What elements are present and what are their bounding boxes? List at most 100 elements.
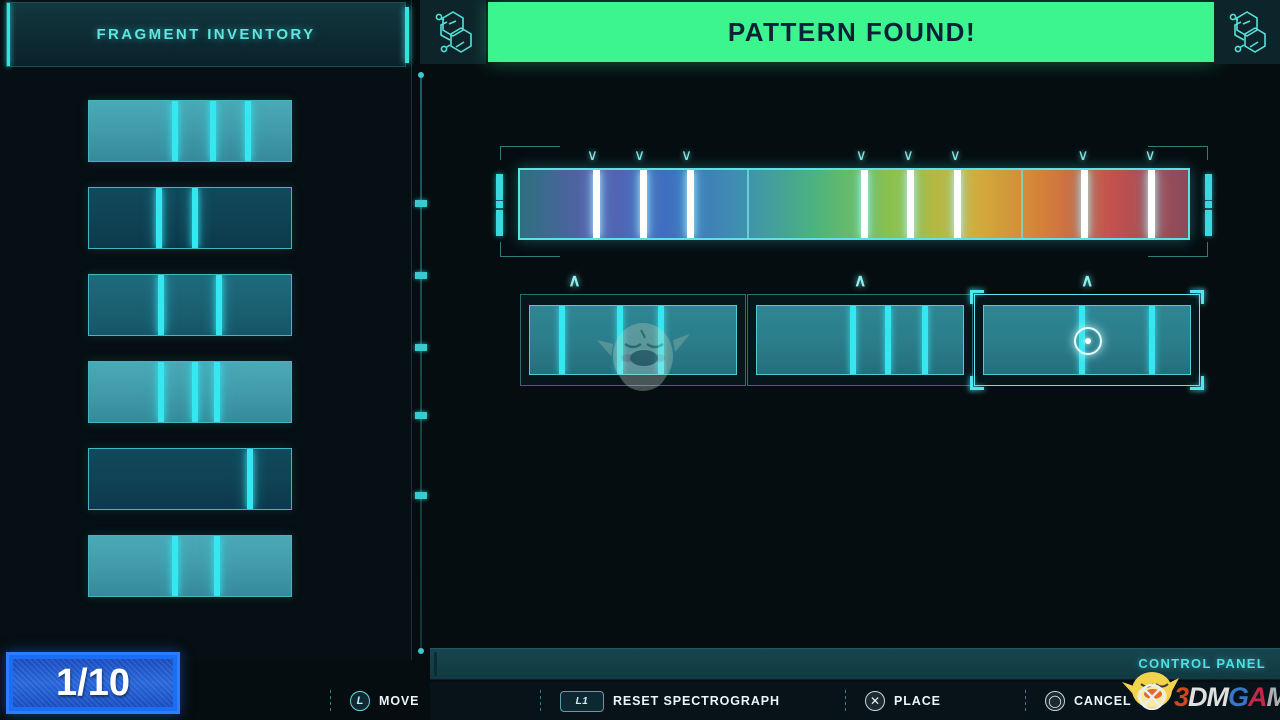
cursor-dot	[1085, 338, 1091, 344]
hint-cancel[interactable]: ◯ CANCEL	[1045, 691, 1131, 711]
control-panel-edge	[434, 652, 437, 676]
spectrum-divider	[1021, 170, 1023, 238]
hint-reset-button-icon: L1	[560, 690, 604, 712]
divider-tick	[415, 200, 427, 207]
control-panel-bar: CONTROL PANEL	[430, 648, 1280, 680]
spectrum-marker-chevron-down-icon: ∨	[949, 147, 961, 164]
fragment-spectral-line	[210, 101, 217, 161]
fragment-spectral-line	[214, 362, 221, 422]
fragment-tile[interactable]	[88, 187, 292, 249]
fragment-fill	[89, 362, 291, 422]
spectrum-marker-chevron-down-icon: ∨	[1144, 147, 1156, 164]
spectral-line	[1147, 170, 1155, 238]
hint-move-label: MOVE	[379, 694, 420, 708]
button-hint-bar: L MOVE L1 RESET SPECTROGRAPH ✕ PLACE ◯ CANCEL	[330, 682, 1280, 720]
banner-row: PATTERN FOUND!	[420, 0, 1280, 64]
spectral-line	[907, 170, 915, 238]
spectral-line	[687, 170, 694, 238]
frame-bracket-dot	[1205, 201, 1212, 208]
fragment-spectral-line	[246, 449, 253, 509]
divider-tick	[415, 412, 427, 419]
molecule-hexagon-icon	[1214, 0, 1280, 64]
fragment-list	[0, 100, 412, 622]
header-accent-bar-left	[7, 3, 10, 66]
main-spectrograph[interactable]	[518, 168, 1190, 240]
hint-reset[interactable]: L1 RESET SPECTROGRAPH	[560, 690, 780, 712]
spectrum-divider	[747, 170, 750, 238]
hint-cancel-button-icon: ◯	[1045, 691, 1065, 711]
hint-place-button-icon: ✕	[865, 691, 885, 711]
spectrum-marker-chevron-down-icon: ∨	[1077, 147, 1089, 164]
fragment-slot-row: ∧ ∧ ∧	[520, 271, 1204, 400]
frame-corner-rule	[1207, 146, 1208, 160]
fragment-spectral-line	[157, 275, 164, 335]
fragment-slot[interactable]	[747, 294, 973, 386]
frame-corner-rule	[1148, 146, 1208, 147]
fragment-fill	[89, 536, 291, 596]
slot-marker-chevron-up-icon: ∧	[1081, 271, 1094, 290]
frame-bracket-dash	[496, 174, 503, 200]
slot-fragment	[529, 305, 737, 375]
spectral-line	[593, 170, 601, 238]
frame-corner-rule	[1148, 256, 1208, 257]
divider-tick	[415, 344, 427, 351]
spectrum-marker-chevron-down-icon: ∨	[681, 147, 692, 164]
pattern-found-banner: PATTERN FOUND!	[488, 2, 1216, 62]
header-accent-bar-right	[405, 7, 409, 63]
fragment-slot[interactable]	[520, 294, 746, 386]
frame-corner-rule	[500, 256, 560, 257]
hint-separator	[1025, 690, 1026, 712]
spectral-line	[860, 170, 868, 238]
hint-separator	[540, 690, 541, 712]
fragment-tile[interactable]	[88, 535, 292, 597]
spectrum-marker-chevron-down-icon: ∨	[586, 147, 598, 164]
spectral-line	[640, 170, 648, 238]
control-panel-label: CONTROL PANEL	[1138, 656, 1266, 671]
hint-separator	[845, 690, 846, 712]
fragment-tile[interactable]	[88, 274, 292, 336]
slot-spectral-line	[616, 306, 623, 374]
slot-spectral-line	[884, 306, 891, 374]
spectral-line	[1081, 170, 1089, 238]
pattern-found-text: PATTERN FOUND!	[727, 16, 977, 47]
fragment-fill	[89, 188, 291, 248]
fragment-fill	[89, 275, 291, 335]
fragment-slot-selected[interactable]	[970, 290, 1204, 390]
fragment-spectral-line	[155, 188, 162, 248]
fragment-tile[interactable]	[88, 448, 292, 510]
placement-cursor[interactable]	[1074, 327, 1102, 355]
spectral-line	[954, 170, 962, 238]
spectrum-marker-chevron-down-icon: ∨	[855, 147, 867, 164]
workspace-divider	[415, 72, 427, 654]
divider-tick	[415, 492, 427, 499]
frame-corner-rule	[500, 146, 560, 147]
counter-value: 1/10	[56, 661, 130, 704]
inventory-title: FRAGMENT INVENTORY	[96, 26, 316, 43]
fragment-inventory-panel: FRAGMENT INVENTORY	[0, 0, 412, 660]
frame-corner-rule	[1207, 242, 1208, 256]
slot-marker-chevron-up-icon: ∧	[854, 271, 867, 290]
fragment-spectral-line	[244, 101, 251, 161]
hint-place-label: PLACE	[894, 694, 941, 708]
hint-move[interactable]: L MOVE	[350, 691, 419, 711]
divider-tick	[415, 272, 427, 279]
divider-tick	[418, 648, 424, 654]
fragment-spectral-line	[216, 275, 223, 335]
divider-tick	[418, 72, 424, 78]
fragment-spectral-line	[214, 536, 221, 596]
hint-place[interactable]: ✕ PLACE	[865, 691, 941, 711]
fragment-fill	[89, 449, 291, 509]
slot-selection-corner	[1190, 290, 1204, 304]
fragment-tile[interactable]	[88, 100, 292, 162]
frame-bracket-dash	[1205, 174, 1212, 200]
spectrum-marker-chevron-down-icon: ∨	[902, 147, 914, 164]
frame-bracket-dot	[496, 201, 503, 208]
fragment-fill	[89, 101, 291, 161]
frame-corner-rule	[500, 242, 501, 256]
fragment-tile[interactable]	[88, 361, 292, 423]
hint-separator	[330, 690, 331, 712]
slot-spectral-line	[558, 306, 565, 374]
slot-fragment	[756, 305, 964, 375]
fragment-spectral-line	[192, 188, 199, 248]
spectrum-marker-chevron-down-icon: ∨	[633, 147, 645, 164]
